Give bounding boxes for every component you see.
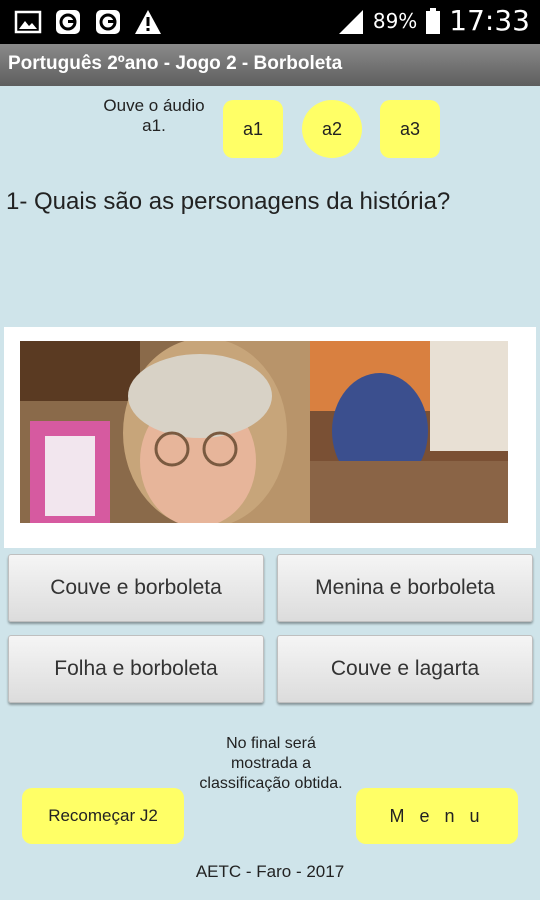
audio-a1-button[interactable]: a1	[223, 100, 283, 158]
audio-instruction: Ouve o áudio a1.	[103, 96, 205, 135]
image-icon	[14, 10, 42, 34]
menu-button[interactable]: M e n u	[356, 788, 518, 844]
restart-button[interactable]: Recomeçar J2	[22, 788, 184, 844]
info-text: No final será mostrada a classificação o…	[199, 735, 343, 792]
battery-icon	[426, 7, 441, 34]
answer-option-2[interactable]: Menina e borboleta	[277, 554, 533, 622]
warning-icon	[135, 10, 161, 34]
title-bar: Português 2ºano - Jogo 2 - Borboleta	[0, 44, 540, 86]
answer-option-1[interactable]: Couve e borboleta	[8, 554, 264, 622]
footer-credit: AETC - Faro - 2017	[195, 862, 345, 881]
image-panel	[4, 327, 536, 548]
answer-option-4[interactable]: Couve e lagarta	[277, 635, 533, 703]
g-app-icon	[56, 10, 80, 34]
page-title: Português 2ºano - Jogo 2 - Borboleta	[8, 53, 343, 74]
clock: 17:33	[449, 4, 530, 37]
signal-icon	[338, 9, 363, 34]
audio-a3-button[interactable]: a3	[380, 100, 440, 158]
audio-a2-button[interactable]: a2	[302, 100, 362, 158]
status-bar: 89% 17:33	[0, 0, 540, 44]
question-text: 1- Quais são as personagens da história?	[6, 188, 451, 215]
battery-percent: 89%	[372, 8, 418, 33]
g-app-icon	[96, 10, 120, 34]
story-illustration	[20, 341, 508, 523]
answer-option-3[interactable]: Folha e borboleta	[8, 635, 264, 703]
